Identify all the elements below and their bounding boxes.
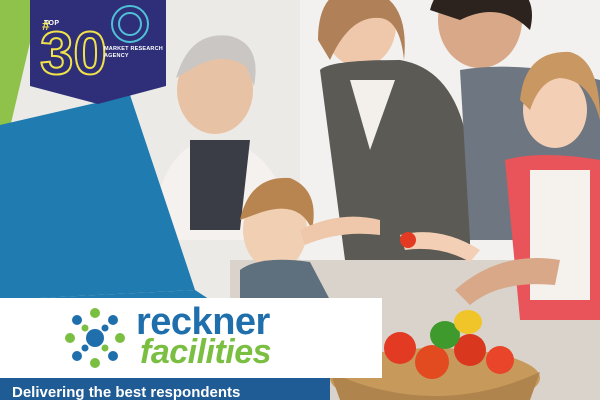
top-30-badge: # 30 TOP MARKET RESEARCH AGENCY (30, 0, 166, 104)
ad-canvas: # 30 TOP MARKET RESEARCH AGENCY reckner … (0, 0, 600, 400)
brand-name-facilities: facilities (140, 333, 272, 371)
footer-tagline: Delivering the best respondents (12, 384, 241, 400)
reckner-logo-icon (65, 308, 125, 368)
badge-rank: 30 (40, 20, 107, 87)
badge-top-label: TOP (44, 20, 60, 27)
badge-title: MARKET RESEARCH AGENCY (104, 46, 163, 59)
